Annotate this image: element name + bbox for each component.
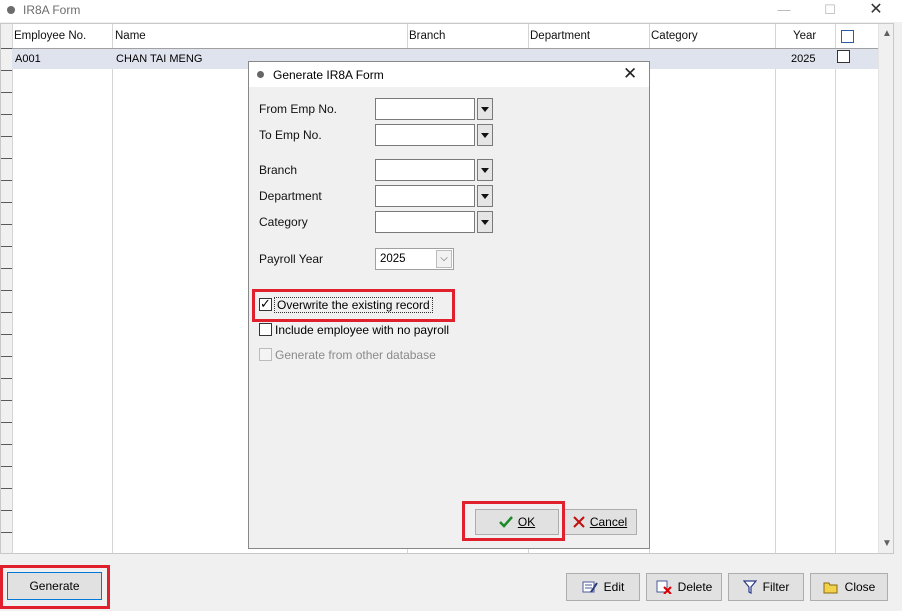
cell-year: 2025 <box>791 53 816 65</box>
dialog-icon <box>257 71 264 78</box>
include-no-payroll-checkbox[interactable] <box>259 323 272 336</box>
filter-button[interactable]: Filter <box>728 573 804 601</box>
chevron-down-icon[interactable]: ⌵ <box>436 250 452 268</box>
edit-button[interactable]: Edit <box>566 573 640 601</box>
chevron-down-icon[interactable] <box>477 124 493 146</box>
close-icon[interactable]: ✕ <box>854 0 898 22</box>
cell-name: CHAN TAI MENG <box>116 53 203 65</box>
minimize-icon[interactable]: — <box>762 0 806 22</box>
include-no-payroll-label[interactable]: Include employee with no payroll <box>275 323 449 337</box>
highlight-overwrite <box>252 289 455 322</box>
scroll-up-icon[interactable]: ▲ <box>879 28 893 39</box>
vertical-scrollbar[interactable]: ▲ ▼ <box>878 24 893 553</box>
chevron-down-icon[interactable] <box>477 159 493 181</box>
filter-button-label: Filter <box>762 580 790 594</box>
branch-label: Branch <box>259 163 298 177</box>
other-db-checkbox <box>259 348 272 361</box>
col-header-year[interactable]: Year <box>793 30 816 42</box>
maximize-icon[interactable]: ☐ <box>808 0 852 22</box>
cell-employee-no: A001 <box>15 53 41 65</box>
close-button-label: Close <box>844 580 876 594</box>
other-db-label: Generate from other database <box>275 348 436 362</box>
dialog-title: Generate IR8A Form <box>273 68 384 82</box>
folder-icon <box>823 582 838 594</box>
payroll-year-label: Payroll Year <box>259 252 324 266</box>
col-header-employee-no[interactable]: Employee No. <box>14 30 86 42</box>
window-title: IR8A Form <box>23 3 81 17</box>
from-emp-input[interactable] <box>375 98 475 120</box>
scroll-down-icon[interactable]: ▼ <box>879 538 893 549</box>
window-titlebar: IR8A Form — ☐ ✕ <box>0 0 902 22</box>
payroll-year-value: 2025 <box>380 253 406 265</box>
close-button[interactable]: Close <box>810 573 888 601</box>
app-icon <box>7 6 15 14</box>
highlight-generate <box>0 565 110 609</box>
cancel-button-label: Cancel <box>589 515 628 529</box>
dialog-close-icon[interactable]: ✕ <box>623 64 637 84</box>
department-label: Department <box>259 189 322 203</box>
chevron-down-icon[interactable] <box>477 98 493 120</box>
highlight-ok <box>462 501 565 541</box>
chevron-down-icon[interactable] <box>477 211 493 233</box>
department-input[interactable] <box>375 185 475 207</box>
category-label: Category <box>259 215 308 229</box>
col-header-category[interactable]: Category <box>651 30 698 42</box>
to-emp-label: To Emp No. <box>259 128 322 142</box>
from-emp-label: From Emp No. <box>259 102 338 116</box>
to-emp-input[interactable] <box>375 124 475 146</box>
select-all-checkbox[interactable] <box>841 30 854 43</box>
row-indicator-column <box>1 24 12 553</box>
dialog-titlebar: Generate IR8A Form ✕ <box>249 62 649 87</box>
category-input[interactable] <box>375 211 475 233</box>
cancel-button[interactable]: Cancel <box>563 509 637 535</box>
chevron-down-icon[interactable] <box>477 185 493 207</box>
col-header-branch[interactable]: Branch <box>409 30 445 42</box>
cancel-x-icon <box>573 516 585 528</box>
col-header-name[interactable]: Name <box>115 30 146 42</box>
branch-input[interactable] <box>375 159 475 181</box>
col-header-department[interactable]: Department <box>530 30 590 42</box>
payroll-year-select[interactable]: 2025 ⌵ <box>375 248 454 270</box>
edit-button-label: Edit <box>603 580 625 594</box>
filter-icon <box>742 580 757 594</box>
delete-button-label: Delete <box>677 580 713 594</box>
delete-icon <box>656 580 672 594</box>
edit-icon <box>582 581 598 593</box>
delete-button[interactable]: Delete <box>646 573 722 601</box>
row-select-checkbox[interactable] <box>837 50 850 63</box>
